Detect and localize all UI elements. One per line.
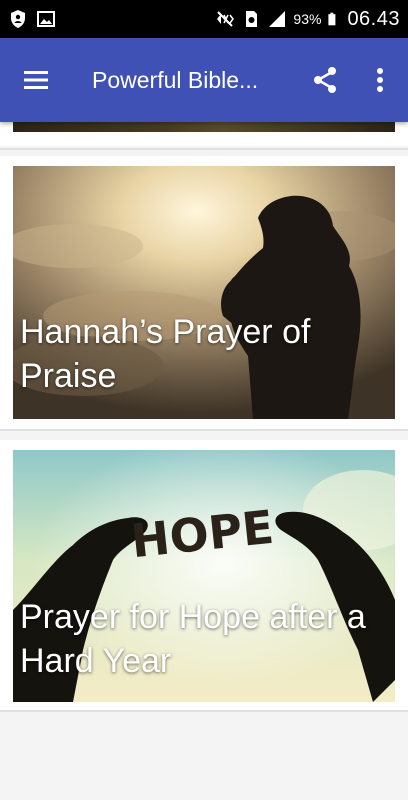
article-title: Prayer for Hope after a Hard Year (20, 598, 366, 680)
image-icon (37, 11, 55, 27)
clock: 06.43 (347, 7, 400, 30)
article-title: Hannah’s Prayer of Praise (20, 313, 311, 395)
divider (0, 710, 408, 712)
article-card[interactable]: Hannah’s Prayer of Praise (0, 156, 408, 429)
mute-icon (217, 11, 235, 27)
more-vert-icon (377, 68, 383, 92)
app-bar: Powerful Bible... (0, 38, 408, 122)
divider (0, 429, 408, 431)
divider (0, 148, 408, 150)
battery-percent: 93% (293, 11, 322, 27)
article-card[interactable]: HOPE Prayer for Hope after a Hard Year (0, 440, 408, 710)
share-icon (314, 67, 336, 93)
page-title: Powerful Bible... (92, 66, 259, 93)
shield-icon (11, 10, 25, 28)
battery-icon (328, 12, 336, 26)
sim-icon (246, 11, 258, 27)
hamburger-icon (24, 71, 48, 89)
share-button[interactable] (305, 60, 345, 100)
menu-button[interactable] (0, 38, 72, 122)
overflow-menu-button[interactable] (360, 60, 400, 100)
previous-card[interactable] (0, 122, 408, 146)
previous-card-image (13, 122, 395, 132)
signal-icon (269, 11, 286, 27)
article-list: Hannah’s Prayer of Praise HOPE Prayer fo… (0, 122, 408, 800)
status-bar: 93% 06.43 (0, 0, 408, 38)
